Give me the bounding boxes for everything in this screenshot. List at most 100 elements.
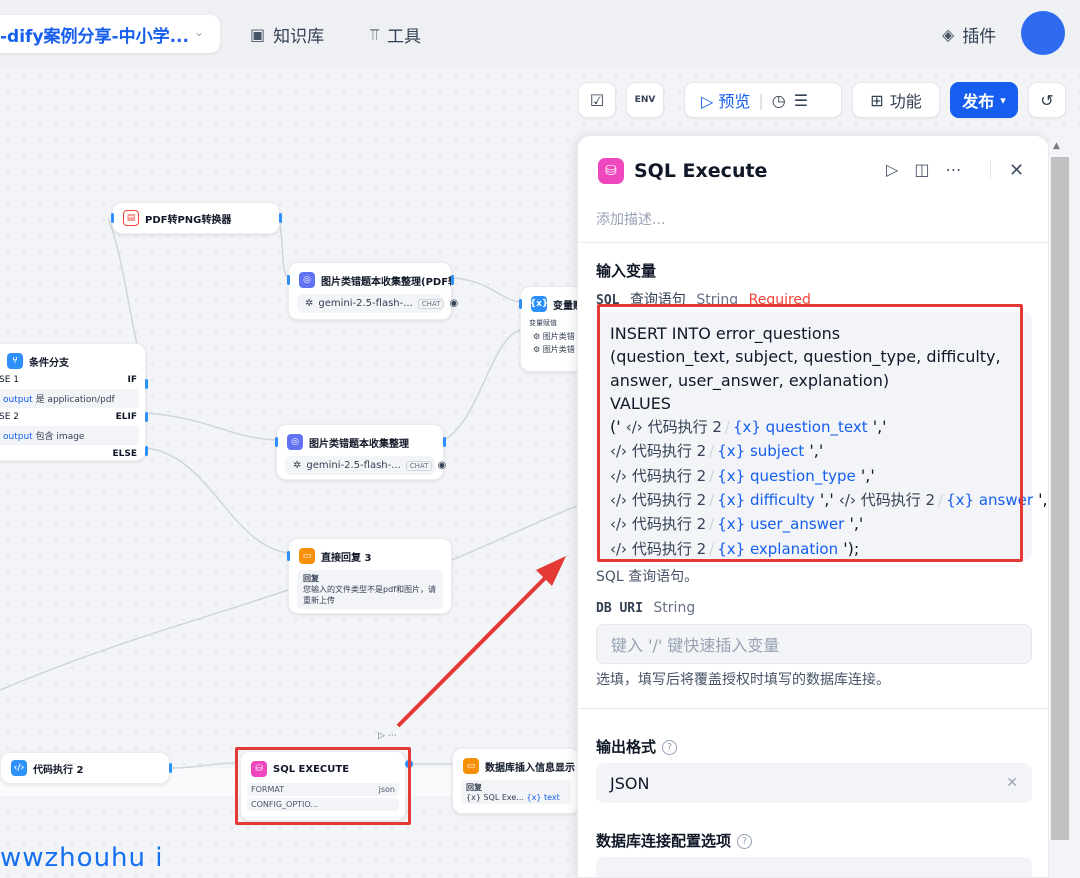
elif-handle[interactable]	[145, 412, 148, 422]
book-icon: ▣	[250, 25, 266, 44]
checklist-button[interactable]: ☑	[578, 82, 616, 118]
reply-content: 回复 您输入的文件类型不是pdf和图片，请重新上传	[297, 570, 443, 609]
panel-header: ⛁ SQL Execute	[598, 158, 767, 184]
db-uri-placeholder: 键入 '/' 键快速插入变量	[611, 636, 780, 655]
db-uri-input[interactable]: 键入 '/' 键快速插入变量	[596, 624, 1032, 664]
list-icon[interactable]: ☰	[794, 91, 808, 110]
nav-plugins[interactable]: ◈ 插件	[942, 22, 996, 47]
close-icon[interactable]: ✕	[1009, 160, 1024, 181]
db-config-input[interactable]	[596, 857, 1032, 877]
node-db-insert-display[interactable]: ▭ 数据库插入信息显示 回复 {x} SQL Exe... {x} text	[452, 748, 580, 814]
node-code-exec[interactable]: ‹/› 代码执行 2	[0, 752, 172, 784]
db-uri-label: DB URI String	[596, 600, 696, 616]
database-icon: ⛁	[598, 158, 624, 184]
help-icon[interactable]: ?	[737, 834, 753, 849]
preview-button[interactable]: ▷ 预览	[701, 88, 750, 112]
else-handle[interactable]	[145, 446, 148, 456]
pdf-icon: ▤	[123, 210, 139, 226]
output-format-title: 输出格式?	[596, 736, 678, 757]
chat-badge: CHAT	[405, 460, 433, 471]
help-icon[interactable]: ?	[662, 740, 678, 755]
nav-plugins-label: 插件	[962, 27, 997, 47]
gemini-icon: ✲	[293, 460, 302, 471]
reply-icon: ▭	[299, 548, 315, 564]
scrollbar-thumb[interactable]	[1051, 157, 1069, 840]
book-open-icon[interactable]: ◫	[914, 160, 929, 179]
cube-icon: ◈	[942, 25, 955, 44]
node-title: 代码执行 2	[33, 764, 84, 776]
variable-icon: {x}	[466, 793, 481, 802]
more-icon[interactable]: ⋯	[945, 160, 961, 179]
panel-title[interactable]: SQL Execute	[634, 160, 767, 182]
input-handle[interactable]	[287, 551, 290, 561]
node-title: 图片类错题本收集整理	[309, 438, 409, 450]
output-format-select[interactable]: JSON ✕	[596, 763, 1032, 803]
model-row: ✲ gemini-2.5-flash-... CHAT ◉	[297, 294, 458, 313]
condition-value: output 包含 image	[0, 426, 139, 445]
tool-icon: ⫪	[370, 24, 380, 44]
nav-knowledge-label: 知识库	[273, 27, 325, 47]
node-subtitle: 变量赋值	[529, 319, 557, 327]
input-handle[interactable]	[519, 299, 522, 309]
node-title: 直接回复 3	[321, 552, 372, 564]
node-condition[interactable]: ⑂ 条件分支 SE 1 IF output 是 application/pdf SE…	[0, 343, 148, 461]
model-name: gemini-2.5-flash-...	[318, 298, 413, 309]
input-vars-title: 输入变量	[596, 262, 657, 280]
node-img-collect-pdf[interactable]: ◎ 图片类错题本收集整理(PDF转 ✲ gemini-2.5-flash-... …	[287, 262, 458, 320]
sql-hint: SQL 查询语句。	[596, 569, 699, 585]
output-handle[interactable]	[443, 437, 446, 447]
node-pdf-to-png[interactable]: ▤ PDF转PNG转换器	[111, 202, 282, 234]
model-row: ✲ gemini-2.5-flash-... CHAT ◉	[285, 456, 446, 475]
chevron-down-icon: ▾	[1000, 93, 1006, 107]
avatar[interactable]	[1021, 11, 1065, 55]
node-title: 图片类错题本收集整理(PDF转	[321, 276, 451, 288]
nav-knowledge[interactable]: ▣ 知识库	[250, 22, 324, 47]
node-img-collect[interactable]: ◎ 图片类错题本收集整理 ✲ gemini-2.5-flash-... CHAT …	[275, 424, 446, 480]
scroll-up-icon[interactable]: ▲	[1053, 141, 1060, 151]
db-config-title: 数据库连接配置选项?	[596, 830, 753, 851]
output-handle[interactable]	[169, 763, 172, 773]
checklist-icon: ☑	[589, 90, 605, 110]
watermark: wwzhouhu i	[0, 843, 164, 873]
history-icon: ↺	[1040, 90, 1054, 110]
reply-content: 回复 {x} SQL Exe... {x} text	[461, 780, 571, 804]
variable-icon: {x}	[530, 296, 548, 312]
divider	[578, 708, 1048, 709]
node-title: 数据库插入信息显示	[485, 762, 575, 774]
node-direct-reply[interactable]: ▭ 直接回复 3 回复 您输入的文件类型不是pdf和图片，请重新上传	[287, 538, 452, 614]
version-history-button[interactable]: ↺	[1028, 82, 1066, 118]
input-handle[interactable]	[111, 213, 114, 223]
node-title: PDF转PNG转换器	[145, 214, 232, 226]
features-label: 功能	[889, 92, 922, 111]
env-button[interactable]: ENV	[626, 82, 664, 118]
history-run-icon[interactable]: ◷	[772, 91, 786, 110]
output-format-value: JSON	[610, 773, 650, 793]
else-row: ELSE	[112, 449, 137, 459]
code-icon: ‹/›	[11, 760, 27, 776]
input-handle[interactable]	[275, 437, 278, 447]
description-input[interactable]: 添加描述...	[596, 209, 665, 229]
if-handle[interactable]	[145, 379, 148, 389]
output-handle[interactable]	[451, 275, 454, 285]
llm-icon: ◎	[287, 434, 303, 450]
node-mini-toolbar[interactable]: ▷ ⋯	[378, 731, 397, 741]
output-handle[interactable]	[279, 213, 282, 223]
env-label: ENV	[634, 95, 656, 105]
app-name: -dify案例分享-中小学...	[0, 26, 189, 47]
clear-icon[interactable]: ✕	[1006, 775, 1018, 791]
publish-button[interactable]: 发布 ▾	[950, 82, 1018, 118]
app-selector[interactable]: -dify案例分享-中小学... ⌄	[0, 15, 220, 53]
input-handle[interactable]	[287, 275, 290, 285]
eye-icon: ◉	[449, 298, 459, 309]
nav-tools[interactable]: ⫪ 工具	[370, 22, 421, 48]
chat-badge: CHAT	[417, 298, 445, 309]
node-var-assign[interactable]: {x} 变量赋 变量赋值 ⚙ 图片类错 ⚙ 图片类错	[519, 286, 582, 372]
reply-icon: ▭	[463, 758, 479, 774]
panel-actions: ▷ ◫ ⋯	[886, 160, 961, 179]
features-button[interactable]: ⊞ 功能	[852, 82, 940, 118]
db-uri-hint: 选填，填写后将覆盖授权时填写的数据库连接。	[596, 672, 890, 688]
divider	[578, 242, 1048, 243]
run-icon[interactable]: ▷	[886, 160, 898, 179]
chevron-down-icon: ⌄	[193, 25, 204, 39]
highlight-box-node	[235, 747, 411, 825]
